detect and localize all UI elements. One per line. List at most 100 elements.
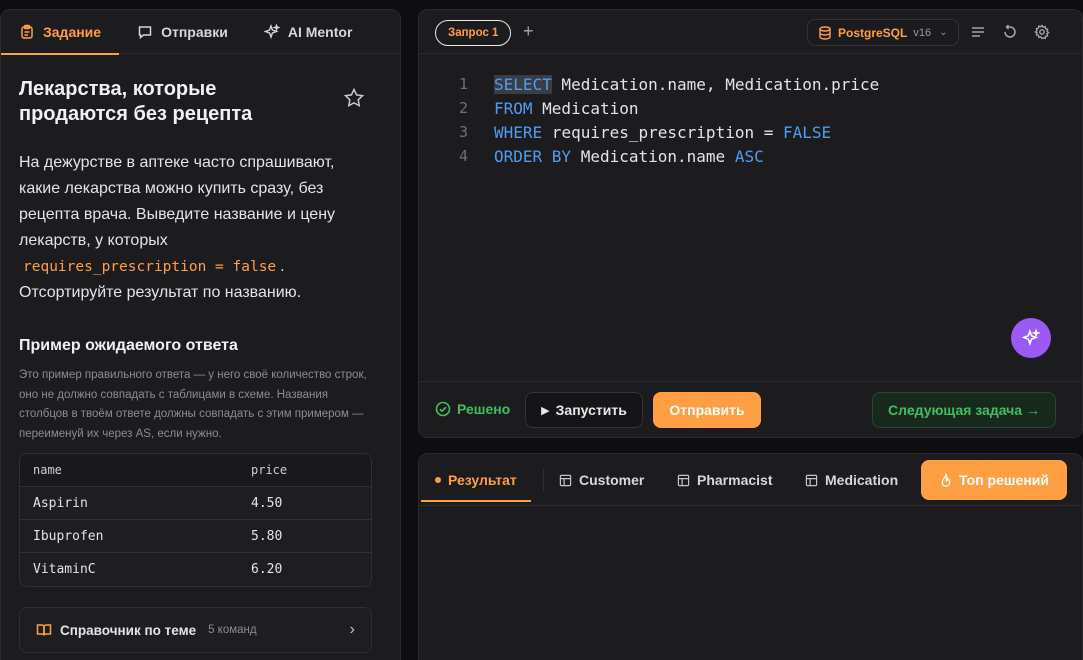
code-area[interactable]: 1 SELECT Medication.name, Medication.pri… xyxy=(419,72,1082,168)
table-cell: VitaminC xyxy=(33,561,96,577)
add-query-icon[interactable]: + xyxy=(523,21,534,42)
chevron-right-icon: › xyxy=(349,621,355,638)
table-icon xyxy=(677,474,690,486)
description-text: На дежурстве в аптеке часто спрашивают, … xyxy=(19,154,336,249)
task-panel: Задание Отправки AI Mentor Лекарства, ко… xyxy=(0,9,401,660)
database-icon xyxy=(819,25,831,40)
sql-keyword: ORDER BY xyxy=(494,146,572,166)
query-tab[interactable]: Запрос 1 xyxy=(435,20,512,46)
tab-pharmacist[interactable]: Pharmacist xyxy=(677,454,772,506)
code-rest: Medication.name xyxy=(571,146,735,166)
code-text: WHERE requires_prescription = FALSE xyxy=(468,123,831,142)
code-rest: requires_prescription = xyxy=(542,122,783,142)
tab-task[interactable]: Задание xyxy=(1,10,120,55)
settings-icon[interactable] xyxy=(1034,24,1050,40)
next-task-button[interactable]: Следующая задача → xyxy=(872,392,1056,428)
description-code: requires_prescription = false xyxy=(23,259,277,275)
run-button[interactable]: ▶ Запустить xyxy=(525,392,643,428)
results-panel: Результат Customer Pharmacist Medication… xyxy=(418,453,1083,660)
line-number: 3 xyxy=(458,123,468,141)
tab-task-label: Задание xyxy=(43,24,102,40)
reset-icon[interactable] xyxy=(1002,24,1018,40)
editor-actions: Решено ▶ Запустить Отправить Следующая з… xyxy=(419,381,1082,437)
tab-ai-mentor[interactable]: AI Mentor xyxy=(246,10,371,54)
task-title: Лекарства, которые продаются без рецепта xyxy=(19,78,253,125)
editor-toolbar: Запрос 1 + PostgreSQL v16 ⌄ xyxy=(419,10,1082,54)
database-name: PostgreSQL xyxy=(838,25,908,40)
play-icon: ▶ xyxy=(541,404,550,417)
sql-keyword: SELECT xyxy=(494,74,552,94)
sparkle-icon xyxy=(1022,329,1040,347)
check-circle-icon xyxy=(435,401,451,417)
sql-keyword: WHERE xyxy=(494,122,543,142)
results-tabs: Результат Customer Pharmacist Medication… xyxy=(419,454,1082,506)
top-solutions-button[interactable]: Топ решений xyxy=(921,460,1067,500)
tab-customer[interactable]: Customer xyxy=(559,454,644,506)
tab-result-label: Результат xyxy=(448,472,517,488)
task-description: На дежурстве в аптеке часто спрашивают, … xyxy=(19,150,369,306)
database-select[interactable]: PostgreSQL v16 ⌄ xyxy=(807,19,959,46)
line-number: 4 xyxy=(458,147,468,165)
code-rest: Medication.name, Medication.price xyxy=(551,74,880,94)
task-tabs: Задание Отправки AI Mentor xyxy=(1,10,400,55)
ai-assist-button[interactable] xyxy=(1011,318,1051,358)
tab-submissions[interactable]: Отправки xyxy=(119,10,246,54)
submit-button[interactable]: Отправить xyxy=(653,392,761,428)
code-text: FROM Medication xyxy=(468,99,639,118)
column-header: name xyxy=(33,463,62,477)
line-number: 2 xyxy=(458,99,468,117)
table-cell: Aspirin xyxy=(33,495,88,511)
tab-result[interactable]: Результат xyxy=(421,454,531,506)
clipboard-icon xyxy=(21,24,33,39)
example-table: name price Aspirin 4.50 Ibuprofen 5.80 V… xyxy=(19,453,372,587)
line-number: 1 xyxy=(458,75,468,93)
sql-keyword: ASC xyxy=(734,146,764,166)
database-version: v16 xyxy=(913,26,932,39)
sql-keyword: FALSE xyxy=(783,122,832,142)
active-dot-icon xyxy=(435,477,441,483)
tab-medication[interactable]: Medication xyxy=(805,454,898,506)
code-line: 2 FROM Medication xyxy=(419,96,1082,120)
message-icon xyxy=(138,26,152,40)
solved-status: Решено xyxy=(435,401,510,417)
table-row: Ibuprofen 5.80 xyxy=(20,519,371,552)
chevron-down-icon: ⌄ xyxy=(939,27,948,38)
reference-button[interactable]: Справочник по теме 5 команд › xyxy=(19,607,372,653)
example-title: Пример ожидаемого ответа xyxy=(19,337,238,354)
tab-medication-label: Medication xyxy=(825,472,899,488)
tab-divider xyxy=(543,468,544,492)
tab-pharmacist-label: Pharmacist xyxy=(697,472,773,488)
top-solutions-label: Топ решений xyxy=(958,472,1050,488)
table-header-row: name price xyxy=(20,454,371,486)
code-line: 4 ORDER BY Medication.name ASC xyxy=(419,144,1082,168)
table-icon xyxy=(559,474,572,486)
table-row: VitaminC 6.20 xyxy=(20,552,371,585)
reference-label: Справочник по теме xyxy=(60,622,197,638)
code-text: SELECT Medication.name, Medication.price xyxy=(468,74,880,94)
code-text: ORDER BY Medication.name ASC xyxy=(468,147,764,166)
sql-editor-panel: Запрос 1 + PostgreSQL v16 ⌄ 1 SELECT Med… xyxy=(418,9,1083,438)
table-cell: 6.20 xyxy=(251,561,283,577)
format-icon[interactable] xyxy=(970,24,986,40)
star-icon[interactable] xyxy=(343,87,365,109)
tab-customer-label: Customer xyxy=(579,472,645,488)
flame-icon xyxy=(941,472,951,487)
column-header: price xyxy=(251,463,288,477)
table-cell: 5.80 xyxy=(251,528,283,544)
table-cell: 4.50 xyxy=(251,495,283,511)
code-line: 3 WHERE requires_prescription = FALSE xyxy=(419,120,1082,144)
table-row: Aspirin 4.50 xyxy=(20,486,371,519)
code-line: 1 SELECT Medication.name, Medication.pri… xyxy=(419,72,1082,96)
reference-count: 5 команд xyxy=(208,624,257,636)
table-icon xyxy=(805,474,818,486)
tab-ai-mentor-label: AI Mentor xyxy=(287,24,353,40)
sparkle-icon xyxy=(263,24,280,40)
sql-keyword: FROM xyxy=(494,98,533,118)
table-cell: Ibuprofen xyxy=(33,528,104,544)
solved-label: Решено xyxy=(457,401,511,417)
run-label: Запустить xyxy=(555,402,627,418)
book-icon xyxy=(36,624,52,636)
example-note: Это пример правильного ответа — у него с… xyxy=(19,369,367,440)
tab-submissions-label: Отправки xyxy=(161,24,228,40)
code-rest: Medication xyxy=(532,98,639,118)
